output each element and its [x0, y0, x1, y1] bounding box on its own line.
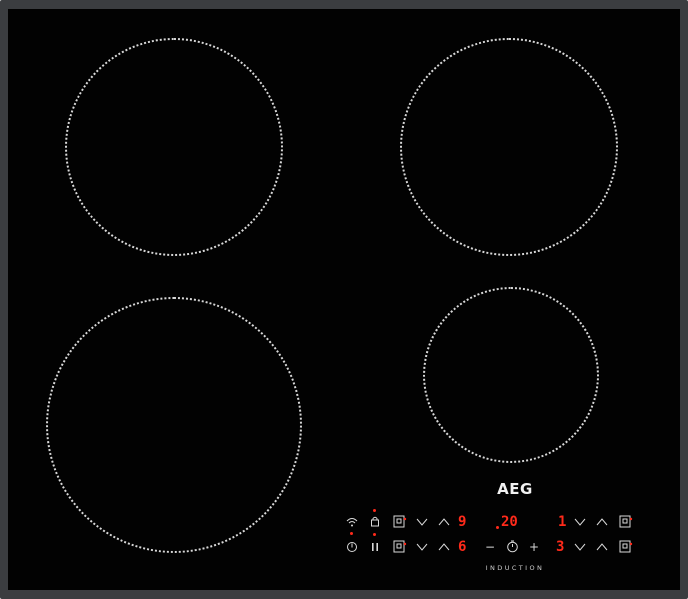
chevron-down-icon[interactable]: [416, 517, 428, 527]
brand-logo: AEG: [497, 480, 533, 498]
lock-indicator-lower: [373, 533, 376, 536]
zone-select-icon[interactable]: [619, 540, 633, 554]
power-icon[interactable]: [346, 541, 358, 553]
chevron-up-icon[interactable]: [596, 542, 608, 552]
chevron-up-icon[interactable]: [596, 517, 608, 527]
chevron-down-icon[interactable]: [416, 542, 428, 552]
zone-select-icon[interactable]: [619, 515, 633, 529]
timer-display: 20: [501, 514, 518, 530]
chevron-down-icon[interactable]: [574, 542, 586, 552]
timer-decimal-dot: [496, 526, 499, 529]
pause-icon[interactable]: [369, 541, 381, 553]
wifi-icon[interactable]: [346, 516, 358, 528]
chevron-up-icon[interactable]: [438, 542, 450, 552]
lock-indicator: [373, 509, 376, 512]
cooking-zone-front-right[interactable]: [423, 287, 599, 463]
wifi-indicator: [350, 532, 353, 535]
timer-icon[interactable]: [506, 540, 519, 553]
power-level-rear-right: 1: [558, 514, 567, 530]
lock-icon[interactable]: [369, 515, 381, 527]
power-level-front-right: 3: [556, 539, 565, 555]
cooking-zone-rear-left[interactable]: [65, 38, 283, 256]
chevron-up-icon[interactable]: [438, 517, 450, 527]
power-level-rear-left: 9: [458, 514, 467, 530]
chevron-down-icon[interactable]: [574, 517, 586, 527]
cooking-zone-rear-right[interactable]: [400, 38, 618, 256]
zone-select-icon[interactable]: [393, 540, 407, 554]
cooking-zone-front-left[interactable]: [46, 297, 302, 553]
timer-plus-button[interactable]: +: [528, 541, 540, 553]
zone-select-icon[interactable]: [393, 515, 407, 529]
timer-minus-button[interactable]: −: [484, 541, 496, 553]
power-level-front-left: 6: [458, 539, 467, 555]
induction-label: INDUCTION: [485, 564, 545, 572]
